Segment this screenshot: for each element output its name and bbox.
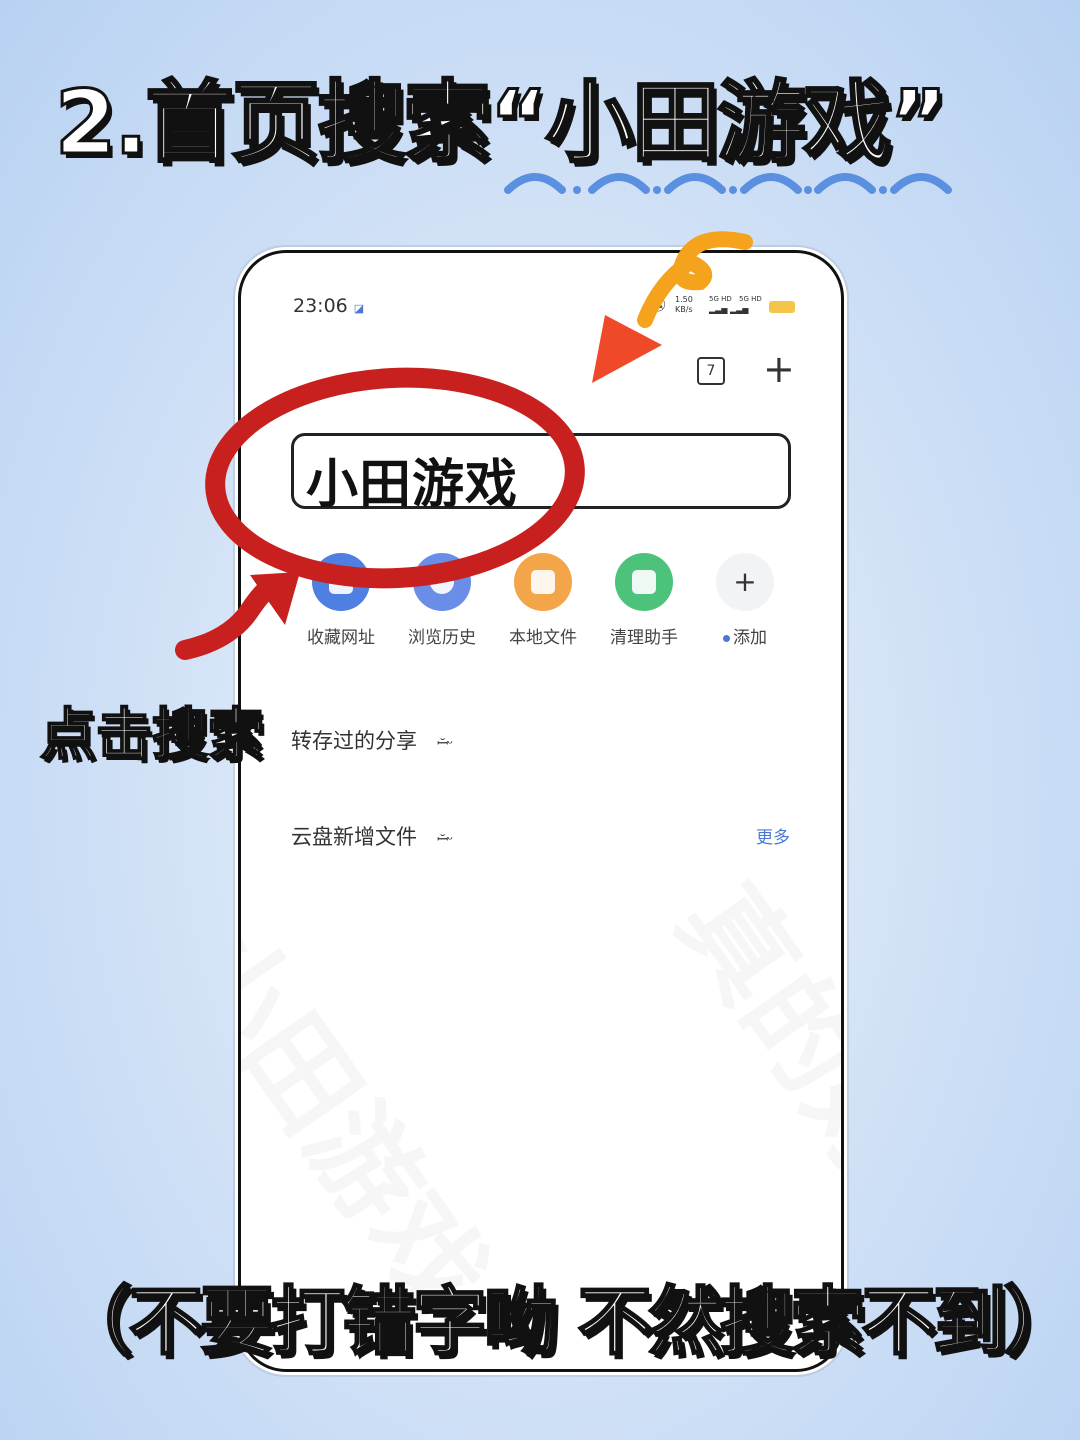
tap-search-callout: 点击搜索	[39, 702, 265, 769]
highlight-ellipse	[205, 367, 585, 589]
arrow-head-orange	[592, 315, 662, 383]
bottom-warning-note: （不要打错字呦 不然搜索不到）	[57, 1278, 1079, 1367]
pointer-arrow-orange	[637, 231, 753, 328]
pointer-arrow-red	[175, 575, 282, 660]
